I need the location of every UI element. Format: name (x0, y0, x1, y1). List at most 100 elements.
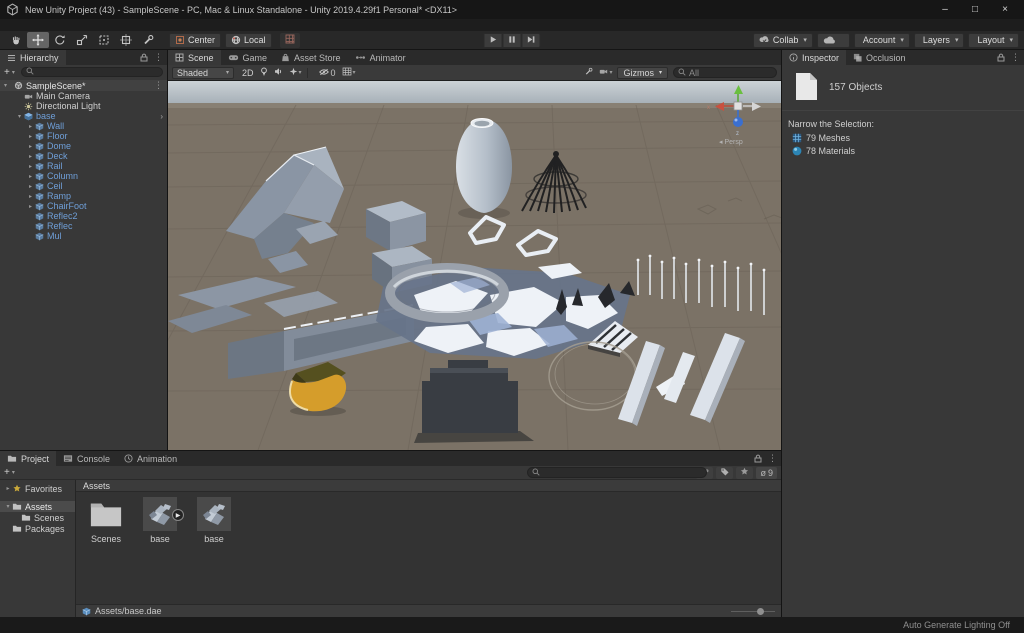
hierarchy-item-floor[interactable]: ▸ Floor (0, 131, 167, 141)
grid-snap-button[interactable] (280, 33, 300, 48)
scene-audio-toggle[interactable] (274, 67, 283, 78)
hierarchy-item-deck[interactable]: ▸ Deck (0, 151, 167, 161)
hierarchy-item-directional-light[interactable]: Directional Light (0, 101, 167, 111)
hierarchy-item-main-camera[interactable]: Main Camera (0, 91, 167, 101)
tab-asset-store[interactable]: Asset Store (274, 50, 348, 65)
expand-caret-icon[interactable]: ▸ (26, 183, 35, 190)
tool-hand-tool[interactable] (5, 32, 27, 48)
thumbnail-size-slider[interactable] (731, 605, 775, 618)
draw-mode-dropdown[interactable]: Shaded ▾ (172, 67, 234, 79)
camera-settings-dropdown[interactable]: ▾ (599, 67, 612, 78)
auto-generate-lighting-status[interactable]: Auto Generate Lighting Off (903, 620, 1010, 630)
toolbar-button-layers[interactable]: Layers ▾ (914, 33, 965, 48)
tool-custom-tool[interactable] (137, 32, 159, 48)
close-button[interactable]: × (990, 0, 1020, 19)
scene-header-row[interactable]: ▾ SampleScene* ⋮ (0, 80, 167, 91)
expand-caret-icon[interactable]: ▸ (4, 485, 12, 492)
expand-caret-icon[interactable]: ▸ (26, 203, 35, 210)
expand-caret-icon[interactable]: ▸ (26, 123, 35, 130)
hierarchy-item-base[interactable]: ▾ base › (0, 111, 167, 121)
panel-menu-icon[interactable]: ⋮ (1011, 52, 1020, 63)
tab-scene[interactable]: Scene (168, 50, 221, 65)
expand-caret-icon[interactable]: ▸ (26, 133, 35, 140)
component-tools-button[interactable] (584, 67, 593, 78)
playback-step[interactable] (522, 33, 541, 48)
asset-item-base[interactable]: ▶ base (192, 497, 236, 604)
tab-game[interactable]: Game (221, 50, 275, 65)
scene-viewport[interactable]: x z ◂ Persp (168, 81, 781, 450)
maximize-button[interactable]: □ (960, 0, 990, 19)
grid-visibility-dropdown[interactable]: ▾ (342, 67, 356, 78)
scene-fx-dropdown[interactable]: ▾ (289, 67, 302, 78)
hierarchy-item-column[interactable]: ▸ Column (0, 171, 167, 181)
tool-rect-tool[interactable] (93, 32, 115, 48)
playback-pause[interactable] (503, 33, 522, 48)
hierarchy-item-reflec2[interactable]: Reflec2 (0, 211, 167, 221)
toolbar-button-account[interactable]: Account ▾ (854, 33, 910, 48)
lock-icon[interactable] (140, 53, 148, 62)
tab-console[interactable]: Console (56, 451, 117, 466)
toggle-2d-button[interactable]: 2D (242, 68, 254, 78)
tree-item-favorites[interactable]: ▸ Favorites (0, 483, 75, 494)
narrow-materials-row[interactable]: 78 Materials (782, 144, 1024, 157)
tool-rotate-tool[interactable] (49, 32, 71, 48)
tree-item-packages[interactable]: Packages (0, 523, 75, 534)
hierarchy-item-ceil[interactable]: ▸ Ceil (0, 181, 167, 191)
toolbar-button-collab[interactable]: Collab ▾ (753, 33, 813, 48)
narrow-meshes-row[interactable]: 79 Meshes (782, 131, 1024, 144)
expand-caret-icon[interactable]: ▸ (26, 153, 35, 160)
hierarchy-item-wall[interactable]: ▸ Wall (0, 121, 167, 131)
toolbar-button-layout[interactable]: Layout ▾ (968, 33, 1019, 48)
hierarchy-item-ramp[interactable]: ▸ Ramp (0, 191, 167, 201)
tool-transform-tool[interactable] (115, 32, 137, 48)
tab-animation[interactable]: Animation (117, 451, 184, 466)
scene-visibility-toggle[interactable]: 0 (319, 68, 336, 78)
scene-lighting-toggle[interactable] (260, 67, 268, 78)
hierarchy-item-dome[interactable]: ▸ Dome (0, 141, 167, 151)
hierarchy-item-mul[interactable]: Mul (0, 231, 167, 241)
hidden-packages-button[interactable]: ø 9 (756, 467, 777, 479)
create-asset-button[interactable]: +▾ (4, 467, 15, 478)
tree-item-scenes[interactable]: Scenes (0, 512, 75, 523)
panel-menu-icon[interactable]: ⋮ (154, 52, 163, 63)
expand-caret-icon[interactable]: ▾ (4, 503, 12, 510)
minimize-button[interactable]: – (930, 0, 960, 19)
tree-item-assets[interactable]: ▾ Assets (0, 501, 75, 512)
asset-item-base[interactable]: ▶ base (138, 497, 182, 604)
scene-menu-icon[interactable]: ⋮ (154, 80, 163, 91)
hierarchy-item-chairfoot[interactable]: ▸ ChairFoot (0, 201, 167, 211)
scene-search-input[interactable]: All (673, 67, 777, 78)
expand-caret-icon[interactable]: ▸ (26, 163, 35, 170)
tab-animator[interactable]: Animator (348, 50, 413, 65)
tab-project[interactable]: Project (0, 451, 56, 466)
gizmo-persp-label[interactable]: ◂ Persp (719, 139, 743, 146)
lock-icon[interactable] (754, 454, 762, 463)
lock-icon[interactable] (997, 53, 1005, 62)
prefab-open-arrow-icon[interactable]: › (160, 112, 163, 121)
tool-move-tool[interactable] (27, 32, 49, 48)
tab-occlusion[interactable]: Occlusion (846, 50, 913, 65)
expand-caret-icon[interactable]: ▸ (26, 193, 35, 200)
save-search-button[interactable] (736, 467, 753, 479)
breadcrumb[interactable]: Assets (76, 480, 781, 492)
search-by-label-button[interactable] (716, 467, 733, 479)
gizmos-dropdown[interactable]: Gizmos ▾ (617, 67, 668, 79)
expand-caret-icon[interactable]: ▸ (26, 143, 35, 150)
panel-menu-icon[interactable]: ⋮ (768, 453, 777, 464)
tab-hierarchy[interactable]: Hierarchy (0, 50, 66, 65)
hierarchy-item-reflec[interactable]: Reflec (0, 221, 167, 231)
rotation-toggle-button[interactable]: Local (225, 33, 272, 48)
tab-inspector[interactable]: Inspector (782, 50, 846, 65)
hierarchy-item-rail[interactable]: ▸ Rail (0, 161, 167, 171)
expand-caret-icon[interactable]: ▾ (15, 113, 24, 120)
asset-item-scenes[interactable]: ▶ Scenes (84, 497, 128, 604)
hierarchy-search-input[interactable] (21, 67, 163, 77)
expand-caret-icon[interactable]: ▸ (26, 173, 35, 180)
playback-play[interactable] (484, 33, 503, 48)
tool-scale-tool[interactable] (71, 32, 93, 48)
toolbar-button[interactable] (817, 33, 850, 48)
slider-knob[interactable] (757, 608, 764, 615)
create-object-button[interactable]: +▾ (4, 67, 15, 78)
expand-subassets-icon[interactable]: ▶ (172, 509, 184, 521)
pivot-toggle-button[interactable]: Center (169, 33, 221, 48)
